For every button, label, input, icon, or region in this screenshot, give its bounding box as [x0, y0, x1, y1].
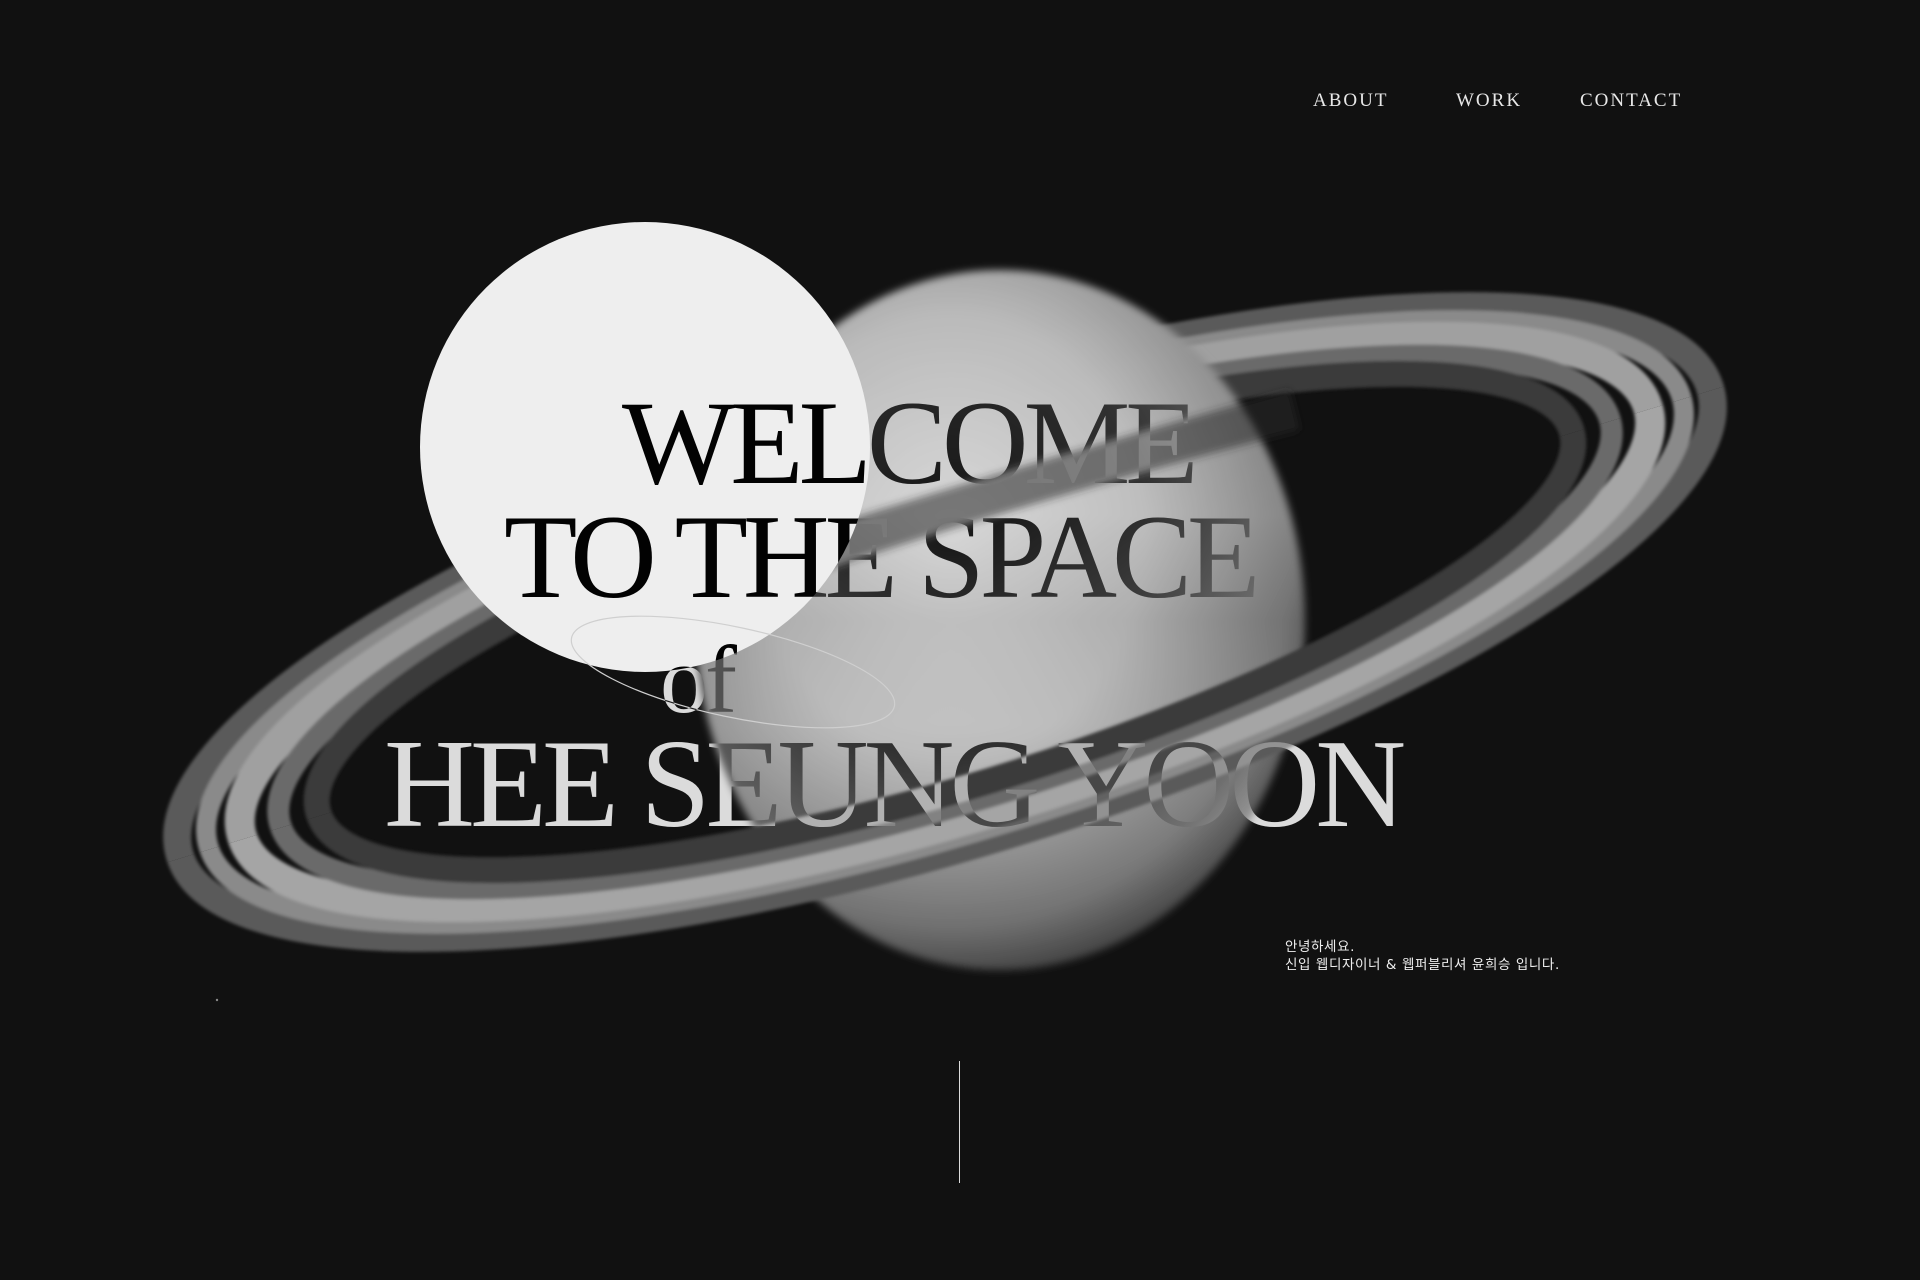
nav-contact-link[interactable]: CONTACT: [1580, 90, 1682, 112]
star-dot: [215, 998, 219, 1002]
nav-work-link[interactable]: WORK: [1456, 90, 1522, 112]
intro-text: 안녕하세요. 신입 웹디자이너 & 웹퍼블리셔 윤희승 입니다.: [1285, 938, 1705, 974]
intro-description: 신입 웹디자이너 & 웹퍼블리셔 윤희승 입니다.: [1285, 957, 1560, 973]
hero-page: ABOUT WORK CONTACT WELCOME TO THE SPACE …: [0, 0, 1920, 1280]
main-nav: ABOUT WORK CONTACT: [1313, 90, 1733, 114]
nav-about-link[interactable]: ABOUT: [1313, 90, 1388, 112]
saturn-illustration: [163, 222, 1727, 1002]
light-disc: [420, 222, 870, 672]
scroll-indicator-line: [959, 1061, 960, 1183]
intro-greeting: 안녕하세요.: [1285, 939, 1355, 955]
